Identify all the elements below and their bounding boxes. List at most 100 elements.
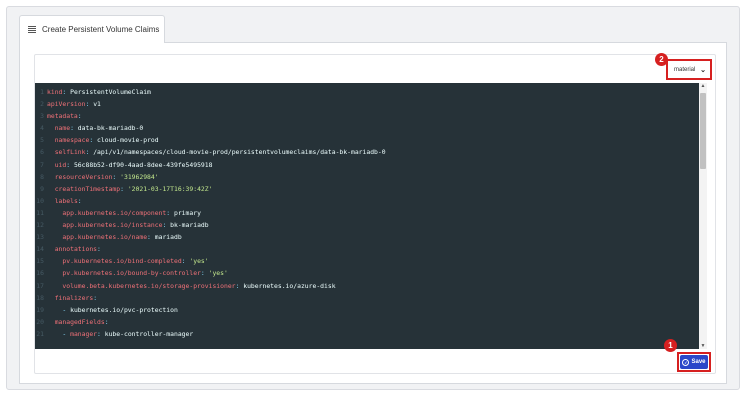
code-line: 18 finalizers: [35,292,699,304]
line-number: 6 [40,148,44,157]
code-token: : [77,112,82,121]
line-number: 5 [40,136,44,145]
code-token: 'yes' [189,257,209,266]
code-token: : [97,245,101,254]
code-line: 1 kind: PersistentVolumeClaim [35,86,699,98]
code-token: : [89,136,98,145]
code-line: 16 pv.kubernetes.io/bound-by-controller:… [35,267,699,279]
code-token: : [97,329,105,338]
code-token: kubernetes.io/azure-disk [243,281,336,290]
code-token: bk-mariadb [170,221,209,230]
tab-create-pvc[interactable]: Create Persistent Volume Claims [19,15,165,43]
code-line: 19 - kubernetes.io/pvc-protection [35,304,699,316]
code-token: finalizers [54,293,94,302]
code-token: selfLink [54,148,86,157]
code-token: 56c88b52-df90-4aad-8dee-439fe5495918 [73,160,213,169]
scrollbar-thumb[interactable] [700,93,706,169]
code-token: : [200,269,209,278]
code-line: 7 uid: 56c88b52-df90-4aad-8dee-439fe5495… [35,159,699,171]
save-button-label: Save [691,359,706,365]
main-panel: Create Persistent Volume Claims 2 materi… [6,6,740,390]
code-token: : [120,184,128,193]
code-token: : [235,281,244,290]
code-token: kind [47,88,63,96]
list-icon [28,26,36,33]
code-token: app.kubernetes.io/instance [62,221,163,230]
save-button-inner[interactable]: ✓ Save [680,355,708,369]
code-token: app.kubernetes.io/name [62,233,148,242]
line-number: 10 [36,196,44,205]
code-token: creationTimestamp [54,184,121,193]
code-line: 9 creationTimestamp: '2021-03-17T16:39:4… [35,183,699,195]
scroll-down-icon[interactable]: ▼ [699,343,707,349]
code-token: : [85,148,94,157]
code-line: 6 selfLink: /api/v1/namespaces/cloud-mov… [35,146,699,158]
line-number: 3 [40,112,44,121]
code-line: 13 app.kubernetes.io/name: mariadb [35,231,699,243]
code-token: resourceVersion [54,172,113,181]
code-token: '31962984' [120,172,159,181]
tab-label: Create Persistent Volume Claims [42,25,160,34]
code-line: 2 apiVersion: v1 [35,98,699,110]
code-line: 21 - manager: kube-controller-manager [35,328,699,340]
code-token: - [62,329,71,338]
code-line: 5 namespace: cloud-movie-prod [35,134,699,146]
code-token: '2021-03-17T16:39:42Z' [127,184,213,193]
code-token: apiVersion [47,100,86,109]
code-token: : [70,124,78,133]
code-token: PersistentVolumeClaim [70,88,151,96]
code-token: pv.kubernetes.io/bind-completed [62,257,182,266]
check-circle-icon: ✓ [682,358,690,366]
code-token: data-bk-mariadb-0 [77,124,144,133]
code-token: : [93,293,98,302]
code-token: : [147,233,155,242]
code-token: : [85,100,94,109]
code-line: 10 labels: [35,195,699,207]
annotation-marker-save: 1 [664,339,677,352]
code-line: 17 volume.beta.kubernetes.io/storage-pro… [35,280,699,292]
code-line: 11 app.kubernetes.io/component: primary [35,207,699,219]
code-line: 14 annotations: [35,243,699,255]
code-token: cloud-movie-prod [97,136,159,145]
editor-scrollbar[interactable]: ▲ ▼ [699,83,707,349]
code-line: 3 metadata: [35,110,699,122]
line-number: 8 [40,172,44,181]
code-token: labels [54,196,78,205]
code-line: 4 name: data-bk-mariadb-0 [35,122,699,134]
code-line: 8 resourceVersion: '31962984' [35,171,699,183]
line-number: 19 [36,305,44,314]
code-token: : [62,88,71,96]
code-token: : [66,160,74,169]
save-button[interactable]: ✓ Save [677,352,711,372]
code-token: manager [70,329,98,338]
yaml-code-editor[interactable]: 1 kind: PersistentVolumeClaim 2 apiVersion:… [35,83,699,349]
code-token: kube-controller-manager [104,329,194,338]
code-token: kubernetes.io/pvc-protection [70,305,178,314]
line-number: 13 [36,233,44,242]
code-token: - [62,305,71,314]
code-token: : [181,257,190,266]
code-token: metadata [47,112,78,121]
editor-theme-select[interactable]: material ⌄ [666,59,712,80]
code-token: primary [173,208,201,217]
line-number: 18 [36,293,44,302]
line-number: 15 [36,257,44,266]
code-line: 20 managedFields: [35,316,699,328]
code-token: mariadb [154,233,182,242]
code-token: : [112,172,121,181]
line-number: 17 [36,281,44,290]
scroll-up-icon[interactable]: ▲ [699,83,707,89]
code-token: namespace [54,136,90,145]
